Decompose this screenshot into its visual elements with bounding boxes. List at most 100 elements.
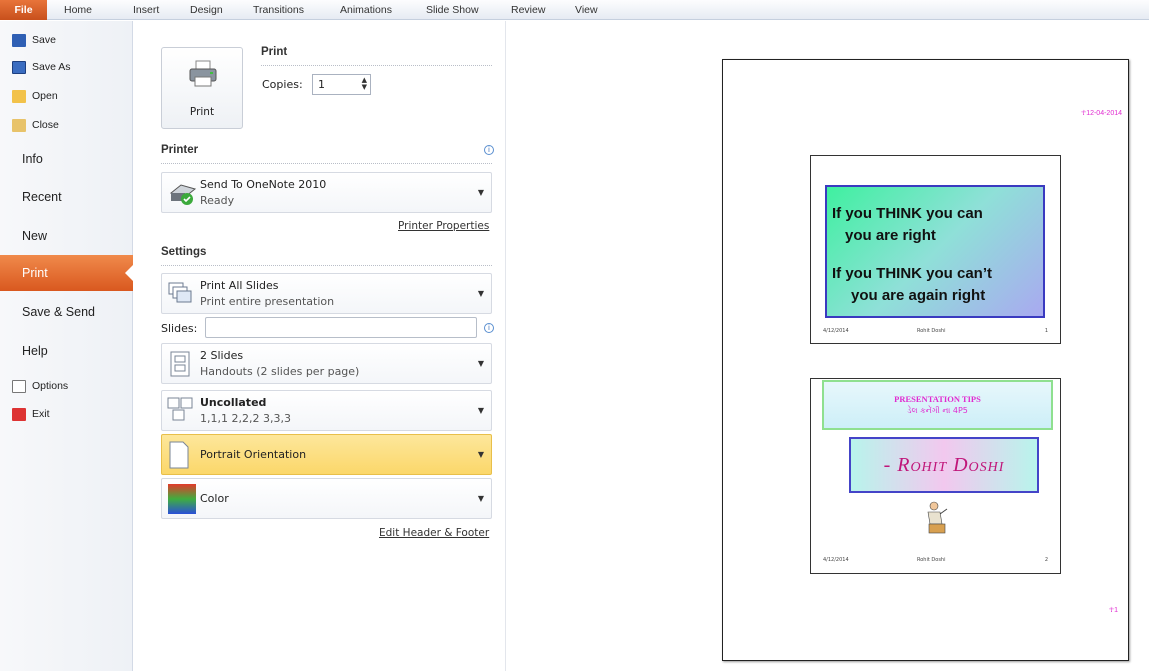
nav-open-label: Open — [32, 90, 58, 102]
quote-line-1: If you THINK you can — [832, 205, 983, 222]
color-swatch-icon — [168, 484, 196, 514]
printer-heading: Printer — [161, 144, 199, 156]
printer-name: Send To OneNote 2010 — [200, 178, 327, 191]
folder-open-icon — [12, 89, 26, 103]
author-name: - Rohit Doshi — [883, 454, 1005, 476]
exit-icon — [12, 407, 26, 421]
slide-footer-author: Rohit Doshi — [917, 557, 946, 563]
nav-close-label: Close — [32, 119, 59, 131]
portrait-page-icon — [169, 441, 189, 469]
printer-status: Ready — [200, 194, 235, 207]
page-date: ☥12-04-2014 — [1080, 110, 1122, 117]
author-name-box: - Rohit Doshi — [849, 437, 1039, 493]
tab-animations[interactable]: Animations — [340, 0, 392, 20]
divider — [161, 163, 492, 164]
layout-sub: Handouts (2 slides per page) — [200, 365, 360, 378]
printer-icon — [189, 60, 217, 87]
save-icon — [12, 33, 26, 47]
spin-arrows-icon[interactable]: ▲ ▼ — [362, 77, 367, 91]
page-number: ☥1 — [1108, 607, 1118, 614]
nav-close[interactable]: Close — [12, 116, 59, 134]
collation-dropdown[interactable]: Uncollated 1,1,1 2,2,2 3,3,3 ▼ — [161, 390, 492, 431]
slide-footer-date: 4/12/2014 — [823, 557, 849, 563]
collation-label: Uncollated — [200, 396, 267, 409]
slide-footer-number: 2 — [1044, 557, 1048, 563]
slide-quote-box: If you THINK you can you are right If yo… — [825, 185, 1045, 318]
nav-exit[interactable]: Exit — [12, 405, 50, 423]
print-heading: Print — [261, 46, 288, 58]
save-as-icon — [12, 60, 26, 74]
tips-subtitle: ડેલ કનેંગી ના 4P5 — [907, 406, 968, 415]
nav-print[interactable]: Print — [0, 255, 133, 291]
nav-options-label: Options — [32, 380, 69, 392]
quote-line-4: you are again right — [851, 287, 986, 304]
uncollated-icon — [167, 397, 193, 421]
settings-heading: Settings — [161, 246, 207, 258]
printer-dropdown[interactable]: Send To OneNote 2010 Ready ▼ — [161, 172, 492, 213]
tips-title: PRESENTATION TIPS — [894, 394, 981, 404]
printer-properties-link[interactable]: Printer Properties — [398, 220, 489, 232]
print-range-dropdown[interactable]: Print All Slides Print entire presentati… — [161, 273, 492, 314]
copies-label: Copies: — [262, 78, 303, 91]
print-range-label: Print All Slides — [200, 279, 279, 292]
print-preview: ☥12-04-2014 If you THINK you can you are… — [507, 21, 1149, 671]
quote-line-3: If you THINK you can’t — [832, 265, 993, 282]
orientation-dropdown[interactable]: Portrait Orientation ▼ — [161, 434, 492, 475]
tab-file[interactable]: File — [0, 0, 47, 20]
slide-thumbnail-2: PRESENTATION TIPS ડેલ કનેંગી ના 4P5 - Ro… — [810, 378, 1061, 574]
layout-dropdown[interactable]: 2 Slides Handouts (2 slides per page) ▼ — [161, 343, 492, 384]
chevron-down-icon: ▼ — [477, 406, 484, 415]
preview-page: ☥12-04-2014 If you THINK you can you are… — [722, 59, 1129, 661]
nav-save-send[interactable]: Save & Send — [0, 294, 133, 330]
chevron-down-icon: ▼ — [477, 289, 484, 298]
nav-new[interactable]: New — [0, 218, 133, 254]
slide-footer-date: 4/12/2014 — [823, 328, 849, 334]
info-icon[interactable]: i — [484, 145, 494, 155]
info-icon[interactable]: i — [484, 323, 494, 333]
slide-thumbnail-1: If you THINK you can you are right If yo… — [810, 155, 1061, 344]
tab-transitions[interactable]: Transitions — [253, 0, 304, 20]
slide-footer-author: Rohit Doshi — [917, 328, 946, 334]
nav-save-as-label: Save As — [32, 61, 71, 73]
options-icon — [12, 379, 26, 393]
presenter-clipart-icon — [927, 501, 948, 534]
chevron-down-icon: ▼ — [477, 188, 484, 197]
tab-home[interactable]: Home — [64, 0, 92, 20]
backstage-nav: Save Save As Open Close Info Recent New … — [0, 21, 133, 671]
ribbon-tab-bar: File Home Insert Design Transitions Anim… — [0, 0, 1149, 20]
print-button[interactable]: Print — [161, 47, 243, 129]
nav-save-label: Save — [32, 34, 56, 46]
nav-open[interactable]: Open — [12, 87, 58, 105]
chevron-down-icon: ▼ — [477, 494, 484, 503]
nav-info[interactable]: Info — [0, 141, 133, 177]
color-dropdown[interactable]: Color ▼ — [161, 478, 492, 519]
onenote-printer-icon — [169, 184, 197, 205]
quote-line-2: you are right — [845, 227, 936, 244]
tab-view[interactable]: View — [575, 0, 598, 20]
nav-save-as[interactable]: Save As — [12, 58, 71, 76]
tab-insert[interactable]: Insert — [133, 0, 159, 20]
chevron-down-icon: ▼ — [477, 359, 484, 368]
nav-options[interactable]: Options — [12, 377, 68, 395]
nav-help[interactable]: Help — [0, 333, 133, 369]
tab-slide-show[interactable]: Slide Show — [426, 0, 479, 20]
layout-label: 2 Slides — [200, 349, 244, 362]
tips-banner: PRESENTATION TIPS ડેલ કનેંગી ના 4P5 — [822, 380, 1053, 430]
copies-value: 1 — [318, 78, 325, 91]
tab-review[interactable]: Review — [511, 0, 545, 20]
orientation-label: Portrait Orientation — [200, 448, 307, 461]
chevron-down-icon: ▼ — [477, 450, 484, 459]
print-settings-panel: Print Print Copies: 1 ▲ ▼ Printer i Send … — [134, 21, 506, 671]
collation-sub: 1,1,1 2,2,2 3,3,3 — [200, 412, 291, 425]
copies-stepper[interactable]: 1 ▲ ▼ — [312, 74, 371, 95]
slides-input[interactable] — [205, 317, 477, 338]
slide-footer-number: 1 — [1044, 328, 1048, 334]
nav-recent[interactable]: Recent — [0, 179, 133, 215]
divider — [161, 265, 492, 266]
tab-design[interactable]: Design — [190, 0, 223, 20]
divider — [261, 65, 492, 66]
handout-layout-icon — [170, 351, 190, 377]
print-button-label: Print — [189, 106, 215, 118]
edit-header-footer-link[interactable]: Edit Header & Footer — [379, 527, 489, 539]
nav-save[interactable]: Save — [12, 31, 56, 49]
